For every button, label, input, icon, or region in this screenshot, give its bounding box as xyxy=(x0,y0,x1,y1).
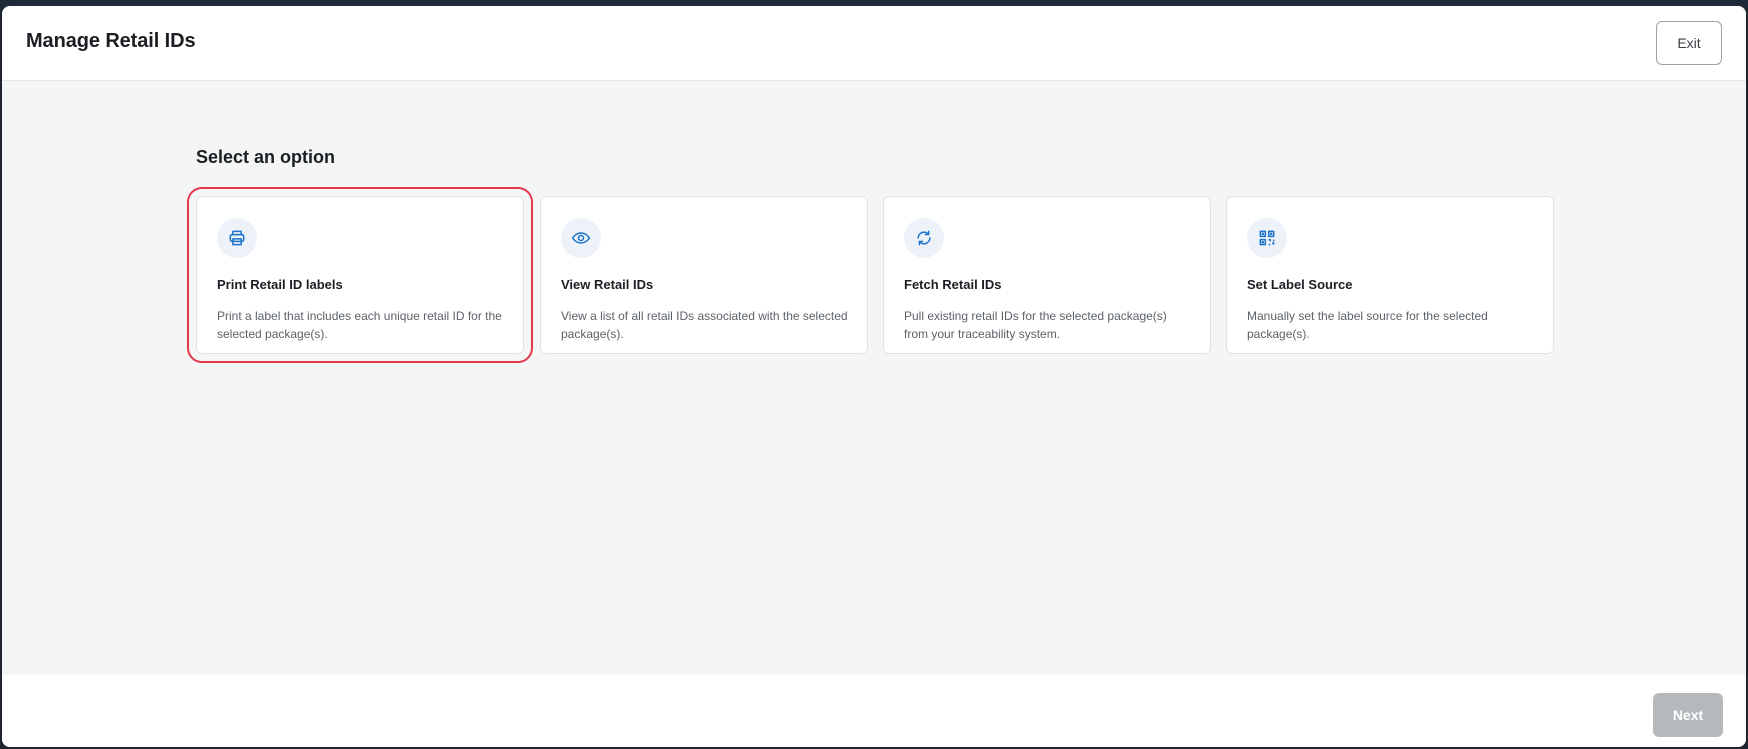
option-title: Fetch Retail IDs xyxy=(904,277,1002,292)
option-card-fetch-retail-ids[interactable]: Fetch Retail IDs Pull existing retail ID… xyxy=(883,196,1211,354)
section-title: Select an option xyxy=(196,147,336,167)
qr-code-icon xyxy=(1247,218,1287,258)
option-title: View Retail IDs xyxy=(561,277,654,292)
option-card-set-label-source[interactable]: Set Label Source Manually set the label … xyxy=(1226,196,1554,354)
option-title: Print Retail ID labels xyxy=(217,277,343,292)
exit-button[interactable]: Exit xyxy=(1656,21,1722,65)
manage-retail-ids-modal: Manage Retail IDs Exit Select an option … xyxy=(2,6,1746,747)
modal-header: Manage Retail IDs Exit xyxy=(2,6,1746,81)
option-title: Set Label Source xyxy=(1247,277,1353,292)
modal-body: Select an option Print Retail ID labels … xyxy=(2,81,1746,675)
option-card-view-retail-ids[interactable]: View Retail IDs View a list of all retai… xyxy=(540,196,868,354)
modal-footer: Next xyxy=(2,675,1746,747)
printer-icon xyxy=(217,218,257,258)
modal-title: Manage Retail IDs xyxy=(26,30,196,52)
option-description: Print a label that includes each unique … xyxy=(217,309,502,341)
next-button[interactable]: Next xyxy=(1653,693,1723,737)
option-cards: Print Retail ID labels Print a label tha… xyxy=(187,187,1554,363)
option-card-print-retail-id-labels[interactable]: Print Retail ID labels Print a label tha… xyxy=(187,187,533,363)
option-description: View a list of all retail IDs associated… xyxy=(561,309,848,341)
option-description: Pull existing retail IDs for the selecte… xyxy=(904,309,1167,341)
eye-icon xyxy=(561,218,601,258)
refresh-icon xyxy=(904,218,944,258)
option-description: Manually set the label source for the se… xyxy=(1247,309,1488,341)
